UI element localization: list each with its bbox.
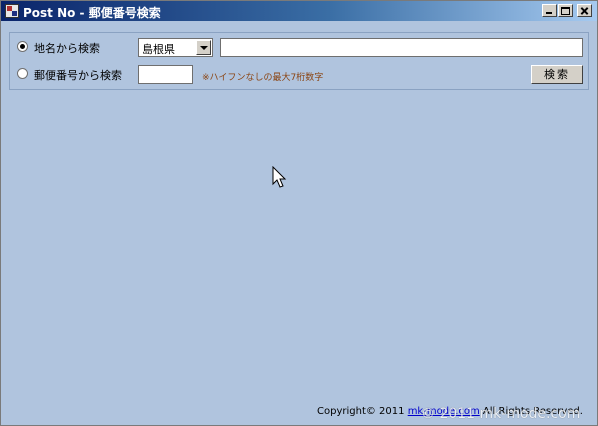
- maximize-button[interactable]: [558, 4, 573, 17]
- search-by-zip-label[interactable]: 郵便番号から検索: [34, 67, 122, 83]
- prefecture-select[interactable]: 島根県: [138, 38, 213, 57]
- prefecture-select-value: 島根県: [142, 43, 175, 56]
- chevron-down-icon[interactable]: [196, 40, 211, 55]
- app-window: Post No - 郵便番号検索 地名から検索 島根県 郵便番号から検索 ※ハイ…: [0, 0, 598, 426]
- search-by-name-label[interactable]: 地名から検索: [34, 40, 100, 56]
- search-by-zip-radio[interactable]: [17, 68, 28, 79]
- place-name-input[interactable]: [220, 38, 583, 57]
- search-button[interactable]: 検索: [531, 65, 583, 84]
- mouse-pointer-icon: [272, 166, 287, 188]
- copyright-text: Copyright© 2011: [317, 406, 405, 417]
- search-by-name-radio[interactable]: [17, 41, 28, 52]
- watermark-text: © 2011 mk-mode.com: [421, 406, 581, 422]
- close-button[interactable]: [577, 4, 592, 17]
- title-bar[interactable]: Post No - 郵便番号検索: [1, 1, 597, 21]
- zip-hint-text: ※ハイフンなしの最大7桁数字: [202, 73, 324, 83]
- minimize-button[interactable]: [542, 4, 557, 17]
- window-title: Post No - 郵便番号検索: [23, 6, 161, 20]
- zip-code-input[interactable]: [138, 65, 193, 84]
- app-icon[interactable]: [5, 4, 19, 18]
